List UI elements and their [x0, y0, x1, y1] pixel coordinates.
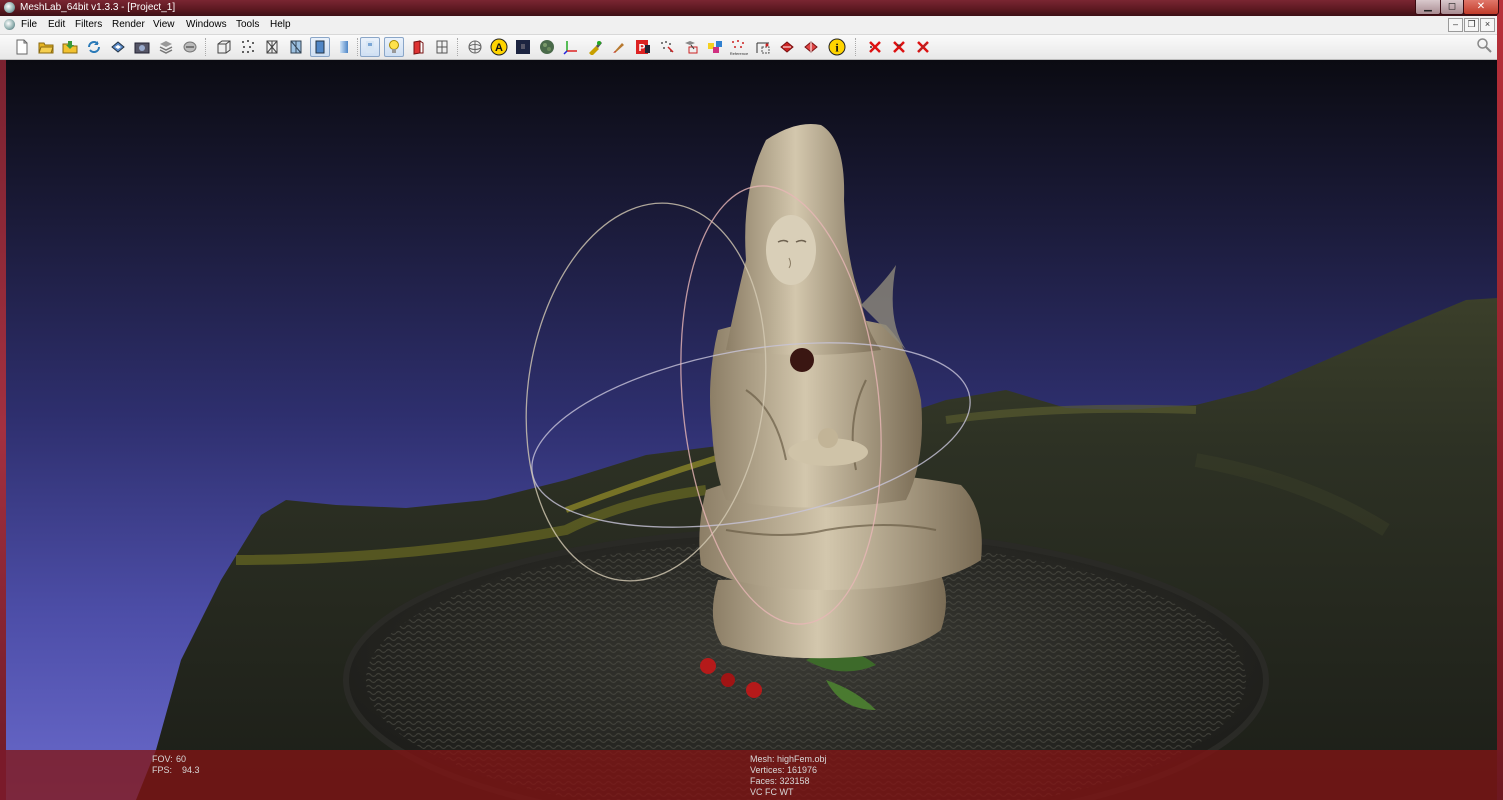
select-vertices-icon[interactable] [753, 37, 773, 57]
menu-filters[interactable]: Filters [75, 19, 102, 30]
document-system-icon[interactable] [4, 19, 15, 30]
toolbar-separator [457, 38, 458, 56]
window-title-bar[interactable]: MeshLab_64bit v1.3.3 - [Project_1] ▁ ◻ ✕ [0, 0, 1499, 16]
paint-icon[interactable] [585, 37, 605, 57]
menu-windows[interactable]: Windows [186, 19, 227, 30]
delete-vertices-icon[interactable] [889, 37, 909, 57]
color-icon[interactable] [537, 37, 557, 57]
select-faces-icon[interactable] [681, 37, 701, 57]
bounding-box-icon[interactable] [214, 37, 234, 57]
axis-icon[interactable] [561, 37, 581, 57]
import-mesh-icon[interactable] [60, 37, 80, 57]
raster-icon[interactable] [180, 37, 200, 57]
desktop-background-right [1497, 0, 1503, 800]
attributes-readout: VC FC WT [750, 787, 794, 797]
meshlab-app-icon[interactable] [4, 2, 15, 13]
doc-restore-button[interactable]: ❐ [1464, 18, 1479, 32]
draw-mode-icon[interactable] [432, 37, 452, 57]
toolbar-separator [205, 38, 206, 56]
fov-readout: FOV: 60 [152, 754, 187, 764]
smooth-icon[interactable] [334, 37, 354, 57]
mesh-name-readout: Mesh: highFem.obj [750, 754, 827, 764]
menu-file[interactable]: File [21, 19, 37, 30]
reference-label: Reference [730, 51, 749, 56]
viewport-info-overlay: FOV: 60 FPS: 94.3 Mesh: highFem.obj Vertic… [6, 750, 1497, 800]
layers-icon[interactable] [156, 37, 176, 57]
menu-help[interactable]: Help [270, 19, 291, 30]
manipulator-icon[interactable] [465, 37, 485, 57]
delete-faces-icon[interactable] [865, 37, 885, 57]
toolbar-separator [357, 38, 358, 56]
faces-readout: Faces: 323158 [750, 776, 810, 786]
menu-tools[interactable]: Tools [236, 19, 259, 30]
main-toolbar: A P Reference i [0, 35, 1497, 60]
menu-edit[interactable]: Edit [48, 19, 65, 30]
close-button[interactable]: ✕ [1463, 0, 1499, 15]
svg-text:P: P [639, 43, 646, 54]
reference-icon[interactable]: Reference [729, 37, 749, 57]
reload-icon[interactable] [84, 37, 104, 57]
points-icon[interactable] [238, 37, 258, 57]
search-icon[interactable] [1476, 37, 1492, 53]
statue-model [699, 124, 982, 659]
info-icon[interactable]: i [827, 37, 847, 57]
doc-close-button[interactable]: × [1480, 18, 1495, 32]
document-window-controls: – ❐ × [1447, 18, 1495, 32]
snapshot-icon[interactable] [132, 37, 152, 57]
hidden-lines-icon[interactable] [286, 37, 306, 57]
dark-square-icon[interactable] [513, 37, 533, 57]
open-project-icon[interactable] [36, 37, 56, 57]
pick-points-icon[interactable]: P [633, 37, 653, 57]
select-connected-icon[interactable] [705, 37, 725, 57]
menu-view[interactable]: View [153, 19, 175, 30]
doc-minimize-button[interactable]: – [1448, 18, 1463, 32]
wireframe-icon[interactable] [262, 37, 282, 57]
minimize-button[interactable]: ▁ [1415, 0, 1441, 15]
delete-selection-icon[interactable] [913, 37, 933, 57]
brush-icon[interactable] [609, 37, 629, 57]
texture-icon[interactable] [360, 37, 380, 57]
annotation-icon[interactable]: A [489, 37, 509, 57]
svg-text:A: A [495, 42, 503, 54]
vertices-readout: Vertices: 161976 [750, 765, 818, 775]
mesh-render[interactable] [6, 60, 1497, 800]
measure-icon[interactable] [777, 37, 797, 57]
paint-select-icon[interactable] [801, 37, 821, 57]
flat-icon[interactable] [310, 37, 330, 57]
maximize-button[interactable]: ◻ [1440, 0, 1464, 15]
light-icon[interactable] [384, 37, 404, 57]
3d-viewport[interactable] [6, 60, 1497, 800]
align-icon[interactable] [657, 37, 677, 57]
window-title: MeshLab_64bit v1.3.3 - [Project_1] [20, 2, 176, 13]
menu-bar: File Edit Filters Render View Windows To… [0, 16, 1497, 35]
toolbar-separator [855, 38, 856, 56]
backface-icon[interactable] [408, 37, 428, 57]
export-mesh-icon[interactable] [108, 37, 128, 57]
fps-readout: FPS: 94.3 [152, 765, 200, 775]
menu-render[interactable]: Render [112, 19, 145, 30]
new-project-icon[interactable] [12, 37, 32, 57]
